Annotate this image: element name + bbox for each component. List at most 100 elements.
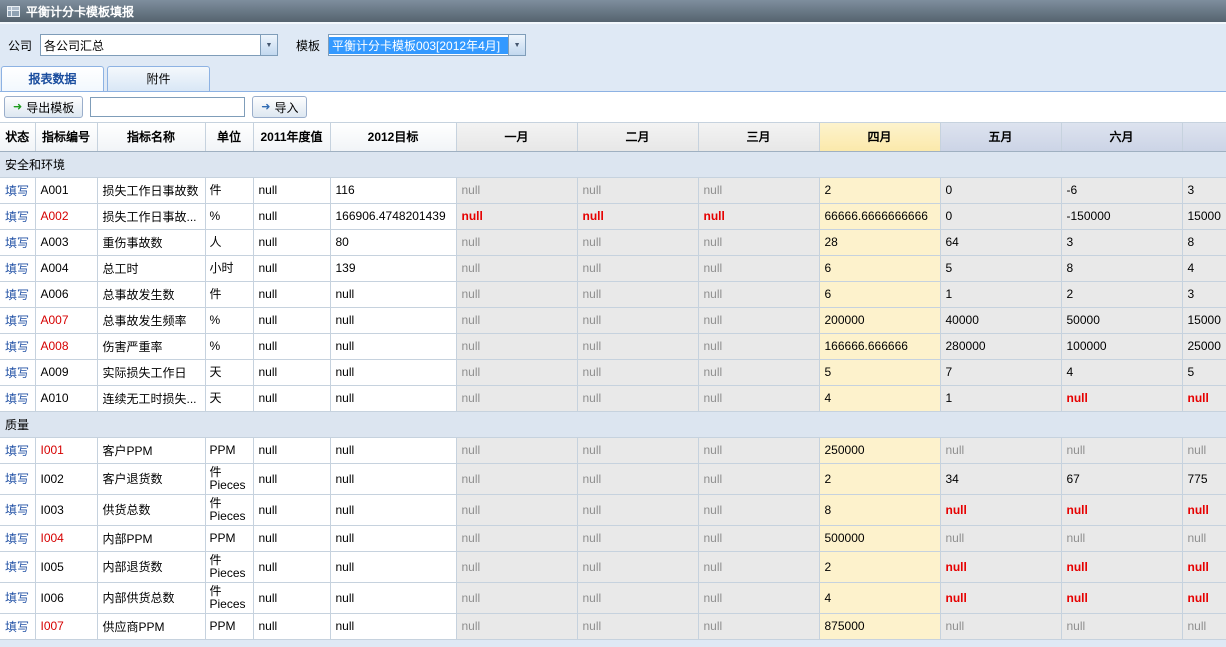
month-cell: null [1061, 613, 1182, 639]
month-cell: null [577, 385, 698, 411]
value-2011: null [253, 333, 330, 359]
table-row: 填写I002客户退货数件 Piecesnullnullnullnullnull2… [0, 463, 1226, 494]
indicator-name: 客户退货数 [97, 463, 205, 494]
fill-link[interactable]: 填写 [5, 288, 29, 302]
month-cell: null [456, 551, 577, 582]
month-cell: 0 [940, 203, 1061, 229]
fill-link[interactable]: 填写 [5, 340, 29, 354]
indicator-unit: 小时 [205, 255, 253, 281]
indicator-code: A009 [35, 359, 97, 385]
month-cell: 250000 [819, 437, 940, 463]
fill-link[interactable]: 填写 [5, 262, 29, 276]
column-header: 2011年度值 [253, 123, 330, 151]
month-cell: null [456, 437, 577, 463]
fill-link[interactable]: 填写 [5, 444, 29, 458]
fill-link[interactable]: 填写 [5, 210, 29, 224]
indicator-code: A008 [35, 333, 97, 359]
month-cell: null [456, 525, 577, 551]
fill-link[interactable]: 填写 [5, 620, 29, 634]
fill-link[interactable]: 填写 [5, 503, 29, 517]
value-2011: null [253, 613, 330, 639]
month-cell: null [940, 613, 1061, 639]
month-cell: null [1061, 582, 1182, 613]
tab-attachment[interactable]: 附件 [107, 66, 210, 91]
month-cell: null [698, 613, 819, 639]
company-select[interactable]: 各公司汇总 ▼ [40, 34, 278, 56]
month-cell: null [577, 525, 698, 551]
month-cell: null [577, 203, 698, 229]
value-2011: null [253, 437, 330, 463]
chevron-down-icon[interactable]: ▼ [508, 35, 525, 55]
month-cell: null [577, 333, 698, 359]
indicator-code: I004 [35, 525, 97, 551]
month-cell: 2 [819, 177, 940, 203]
month-cell: null [577, 582, 698, 613]
fill-link[interactable]: 填写 [5, 472, 29, 486]
column-header: 二月 [577, 123, 698, 151]
month-cell: null [1061, 551, 1182, 582]
column-header: 指标编号 [35, 123, 97, 151]
month-cell: 8 [819, 494, 940, 525]
month-cell: null [1182, 582, 1226, 613]
export-template-button[interactable]: ➜ 导出模板 [4, 96, 83, 118]
section-row: 安全和环境 [0, 151, 1226, 177]
fill-link[interactable]: 填写 [5, 591, 29, 605]
tab-report-data[interactable]: 报表数据 [1, 66, 104, 91]
target-2012: 116 [330, 177, 456, 203]
app-window: 平衡计分卡模板填报 公司 各公司汇总 ▼ 模板 平衡计分卡模板003[2012年… [0, 0, 1226, 640]
month-cell: null [456, 613, 577, 639]
template-select[interactable]: 平衡计分卡模板003[2012年4月] ▼ [328, 34, 526, 56]
month-cell: 2 [819, 551, 940, 582]
month-cell: 1 [940, 385, 1061, 411]
value-2011: null [253, 229, 330, 255]
month-cell: 4 [1182, 255, 1226, 281]
fill-link[interactable]: 填写 [5, 236, 29, 250]
indicator-unit: % [205, 333, 253, 359]
month-cell: null [456, 203, 577, 229]
table-row: 填写I001客户PPMPPMnullnullnullnullnull250000… [0, 437, 1226, 463]
month-cell: 5 [1182, 359, 1226, 385]
column-header: 一月 [456, 123, 577, 151]
fill-link[interactable]: 填写 [5, 314, 29, 328]
status-cell: 填写 [0, 437, 35, 463]
fill-link[interactable]: 填写 [5, 560, 29, 574]
scorecard-grid-icon [7, 6, 20, 17]
month-cell: null [698, 582, 819, 613]
fill-link[interactable]: 填写 [5, 532, 29, 546]
indicator-code: I005 [35, 551, 97, 582]
table-row: 填写A009实际损失工作日天nullnullnullnullnull5745 [0, 359, 1226, 385]
month-cell: 7 [940, 359, 1061, 385]
table-row: 填写A010连续无工时损失...天nullnullnullnullnull41n… [0, 385, 1226, 411]
fill-link[interactable]: 填写 [5, 392, 29, 406]
value-2011: null [253, 359, 330, 385]
month-cell: 0 [940, 177, 1061, 203]
status-cell: 填写 [0, 281, 35, 307]
month-cell: 15000 [1182, 203, 1226, 229]
month-cell: null [456, 333, 577, 359]
month-cell: null [698, 494, 819, 525]
month-cell: null [698, 359, 819, 385]
month-cell: 5 [819, 359, 940, 385]
month-cell: null [1182, 385, 1226, 411]
fill-link[interactable]: 填写 [5, 366, 29, 380]
tab-bar: 报表数据 附件 [0, 66, 1226, 92]
filter-toolbar: 公司 各公司汇总 ▼ 模板 平衡计分卡模板003[2012年4月] ▼ [0, 22, 1226, 66]
month-cell: null [940, 582, 1061, 613]
chevron-down-icon[interactable]: ▼ [260, 35, 277, 55]
status-cell: 填写 [0, 359, 35, 385]
table-row: 填写I005内部退货数件 Piecesnullnullnullnullnull2… [0, 551, 1226, 582]
month-cell: null [940, 525, 1061, 551]
import-button[interactable]: ➜ 导入 [252, 96, 307, 118]
status-cell: 填写 [0, 551, 35, 582]
indicator-unit: PPM [205, 613, 253, 639]
month-cell: 775 [1182, 463, 1226, 494]
column-header: 四月 [819, 123, 940, 151]
indicator-name: 内部退货数 [97, 551, 205, 582]
target-2012: null [330, 525, 456, 551]
import-file-input[interactable] [90, 97, 245, 117]
month-cell: null [1061, 437, 1182, 463]
month-cell: 40000 [940, 307, 1061, 333]
month-cell: null [1061, 385, 1182, 411]
month-cell: -6 [1061, 177, 1182, 203]
fill-link[interactable]: 填写 [5, 184, 29, 198]
